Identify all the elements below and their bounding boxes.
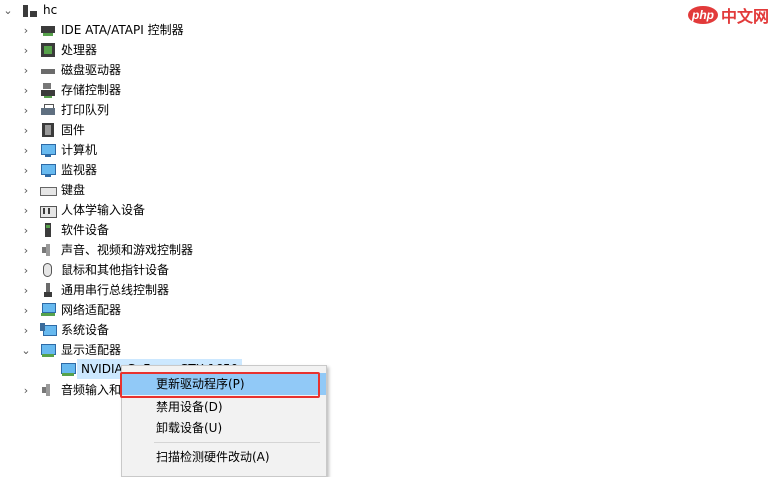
- category-print-queues[interactable]: › 打印队列: [20, 100, 109, 120]
- menu-item-label: 扫描检测硬件改动(A): [156, 450, 270, 464]
- category-audio-io[interactable]: › 音频输入和: [20, 380, 121, 400]
- display-adapter-icon: [40, 342, 56, 358]
- category-label: 打印队列: [61, 103, 110, 117]
- menu-item-label: 禁用设备(D): [156, 400, 223, 414]
- menu-item-label: 卸载设备(U): [156, 421, 223, 435]
- network-adapter-icon: [40, 302, 56, 318]
- category-processor[interactable]: › 处理器: [20, 40, 97, 60]
- chevron-right-icon[interactable]: ›: [20, 280, 32, 300]
- category-label: 系统设备: [61, 323, 110, 337]
- category-label: 声音、视频和游戏控制器: [61, 243, 194, 257]
- chevron-right-icon[interactable]: ›: [20, 200, 32, 220]
- category-disk-drives[interactable]: › 磁盘驱动器: [20, 60, 121, 80]
- category-label: 监视器: [61, 163, 98, 177]
- category-label: IDE ATA/ATAPI 控制器: [61, 23, 184, 37]
- chevron-down-icon[interactable]: ⌄: [2, 0, 14, 20]
- keyboard-icon: [40, 182, 57, 198]
- chevron-right-icon[interactable]: ›: [20, 100, 32, 120]
- chevron-down-icon[interactable]: ⌄: [20, 340, 32, 360]
- category-hid[interactable]: › 人体学输入设备: [20, 200, 145, 220]
- chevron-right-icon[interactable]: ›: [20, 260, 32, 280]
- category-keyboards[interactable]: › 键盘: [20, 180, 85, 200]
- audio-io-icon: [40, 382, 56, 398]
- category-label: 磁盘驱动器: [61, 63, 122, 77]
- device-tree: ⌄ hc › IDE ATA/ATAPI 控制器 › 处理器 › 磁盘驱动器 ›: [0, 0, 775, 461]
- category-computer[interactable]: › 计算机: [20, 140, 97, 160]
- ide-controller-icon: [40, 22, 56, 38]
- printer-icon: [40, 102, 56, 118]
- chevron-right-icon[interactable]: ›: [20, 40, 32, 60]
- menu-separator: [154, 442, 320, 443]
- category-label: 音频输入和: [61, 383, 122, 397]
- computer-root-icon: [22, 2, 38, 18]
- category-display-adapters[interactable]: ⌄ 显示适配器: [20, 340, 121, 360]
- menu-item-uninstall-device[interactable]: 卸载设备(U): [122, 417, 326, 439]
- chevron-right-icon[interactable]: ›: [20, 220, 32, 240]
- firmware-icon: [40, 122, 56, 138]
- category-label: 固件: [61, 123, 86, 137]
- category-label: 鼠标和其他指针设备: [61, 263, 170, 277]
- chevron-right-icon[interactable]: ›: [20, 320, 32, 340]
- mouse-icon: [40, 262, 56, 278]
- chevron-right-icon[interactable]: ›: [20, 140, 32, 160]
- category-software-devices[interactable]: › 软件设备: [20, 220, 109, 240]
- disk-drive-icon: [40, 62, 56, 78]
- computer-icon: [40, 142, 56, 158]
- category-system-devices[interactable]: › 系统设备: [20, 320, 109, 340]
- chevron-right-icon[interactable]: ›: [20, 120, 32, 140]
- category-monitors[interactable]: › 监视器: [20, 160, 97, 180]
- category-mice[interactable]: › 鼠标和其他指针设备: [20, 260, 169, 280]
- watermark-text: 中文网: [720, 7, 769, 26]
- chevron-right-icon[interactable]: ›: [20, 80, 32, 100]
- category-storage-controllers[interactable]: › 存储控制器: [20, 80, 121, 100]
- watermark-logo: php 中文网: [687, 3, 769, 27]
- menu-item-disable-device[interactable]: 禁用设备(D): [122, 396, 326, 418]
- chevron-right-icon[interactable]: ›: [20, 380, 32, 400]
- hid-icon: [40, 202, 57, 218]
- menu-item-scan-hardware[interactable]: 扫描检测硬件改动(A): [122, 446, 326, 468]
- gpu-icon: [60, 361, 76, 377]
- category-label: 软件设备: [61, 223, 110, 237]
- category-label: 显示适配器: [61, 343, 122, 357]
- category-label: 通用串行总线控制器: [61, 283, 170, 297]
- root-label: hc: [43, 3, 58, 17]
- category-network-adapters[interactable]: › 网络适配器: [20, 300, 121, 320]
- chevron-right-icon[interactable]: ›: [20, 180, 32, 200]
- usb-icon: [40, 282, 56, 298]
- category-ide-ata-atapi[interactable]: › IDE ATA/ATAPI 控制器: [20, 20, 184, 40]
- chevron-right-icon[interactable]: ›: [20, 240, 32, 260]
- category-firmware[interactable]: › 固件: [20, 120, 85, 140]
- category-label: 计算机: [61, 143, 98, 157]
- software-device-icon: [40, 222, 56, 238]
- category-label: 网络适配器: [61, 303, 122, 317]
- processor-icon: [40, 42, 56, 58]
- category-label: 人体学输入设备: [61, 203, 146, 217]
- speaker-icon: [40, 242, 56, 258]
- category-label: 处理器: [61, 43, 98, 57]
- category-usb-controllers[interactable]: › 通用串行总线控制器: [20, 280, 169, 300]
- storage-controller-icon: [40, 82, 56, 98]
- system-device-icon: [40, 322, 57, 338]
- context-menu: 更新驱动程序(P) 禁用设备(D) 卸载设备(U) 扫描检测硬件改动(A): [120, 365, 327, 477]
- tree-root[interactable]: ⌄ hc: [2, 0, 57, 20]
- highlight-annotation-box: [120, 372, 320, 398]
- chevron-right-icon[interactable]: ›: [20, 160, 32, 180]
- category-sound-video-game[interactable]: › 声音、视频和游戏控制器: [20, 240, 193, 260]
- category-label: 键盘: [61, 183, 86, 197]
- category-label: 存储控制器: [61, 83, 122, 97]
- monitor-icon: [40, 162, 56, 178]
- chevron-right-icon[interactable]: ›: [20, 300, 32, 320]
- watermark-badge: php: [687, 6, 718, 24]
- chevron-right-icon[interactable]: ›: [20, 20, 32, 40]
- chevron-right-icon[interactable]: ›: [20, 60, 32, 80]
